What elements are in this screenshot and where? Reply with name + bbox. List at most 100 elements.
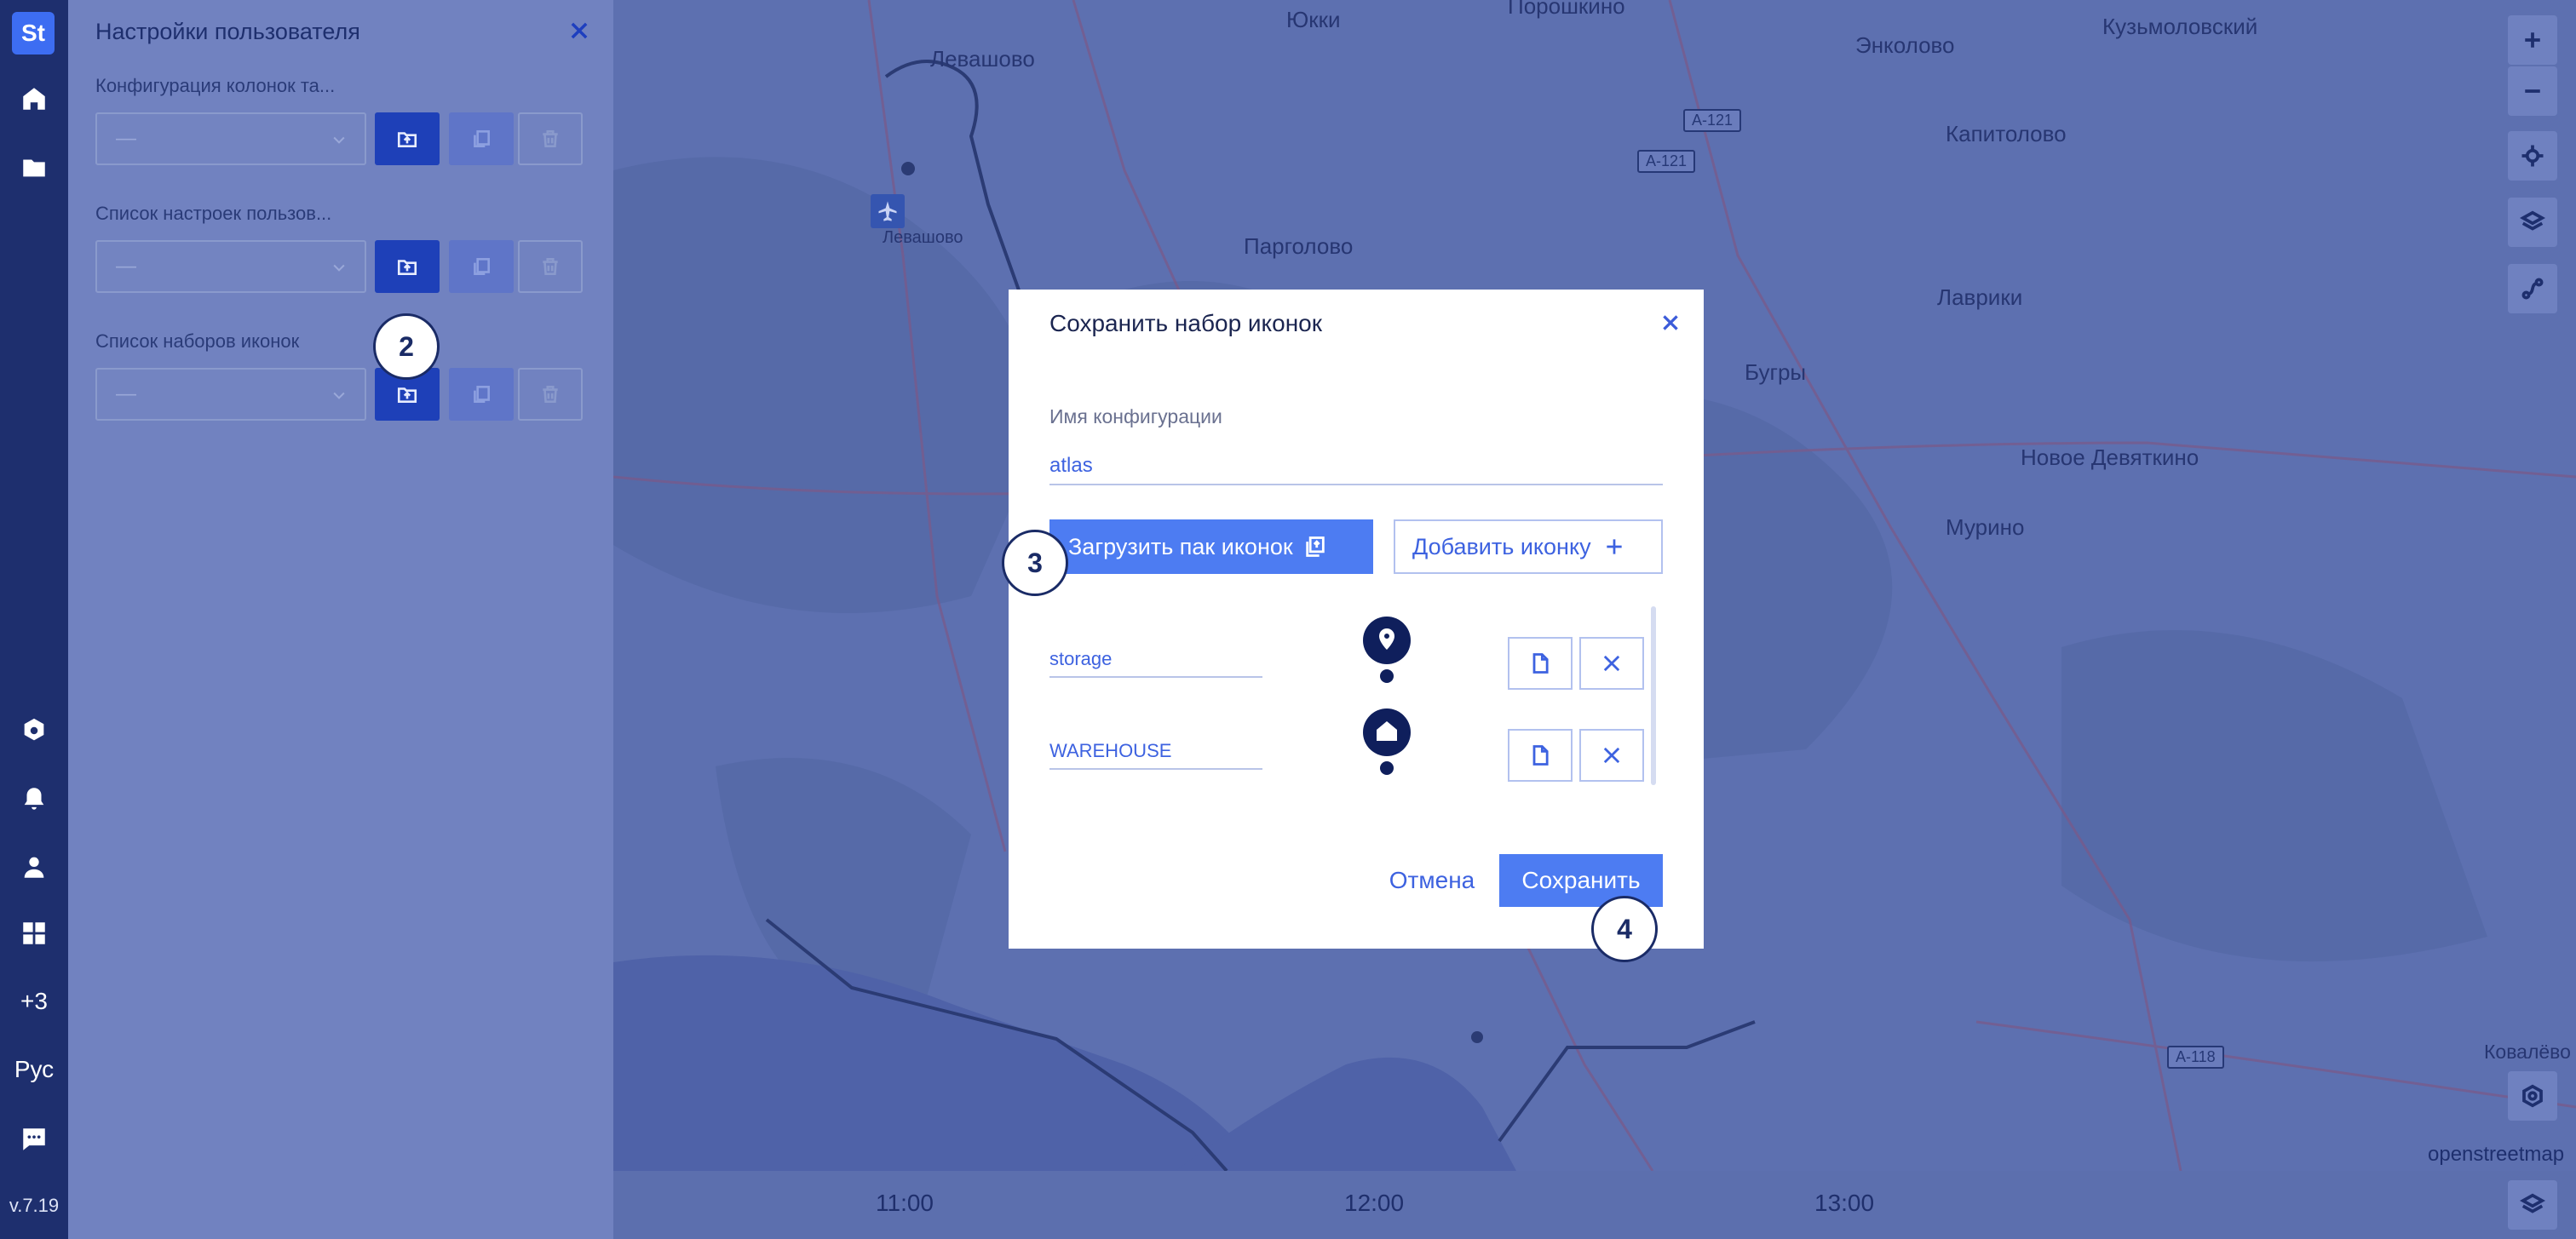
section-label-icon-sets: Список наборов иконок (95, 330, 300, 352)
remove-icon-button[interactable] (1579, 637, 1644, 690)
plus-icon (1606, 539, 1622, 554)
add-icon-label: Добавить иконку (1412, 533, 1591, 559)
home-icon[interactable] (17, 82, 51, 116)
app-logo[interactable]: St (12, 12, 55, 54)
map-label: Бугры (1745, 359, 1807, 385)
folder-upload-icon (397, 387, 417, 403)
home-pin-icon (1363, 708, 1411, 775)
map-settings-button[interactable] (2508, 1071, 2557, 1121)
close-icon (1603, 747, 1620, 764)
icon-name-input[interactable] (1049, 734, 1262, 770)
chevron-down-icon (333, 264, 345, 272)
file-icon (1532, 653, 1549, 674)
minus-icon (2525, 89, 2540, 93)
map-pin-icon (1363, 617, 1411, 683)
icon-row (1049, 617, 1663, 702)
columns-config-select[interactable]: — (95, 112, 366, 165)
time-label: 12:00 (1344, 1190, 1405, 1216)
close-icon (1603, 655, 1620, 672)
file-icon (1532, 745, 1549, 766)
road-label: А-121 (1683, 109, 1742, 132)
time-label: 13:00 (1814, 1190, 1875, 1216)
plus-icon (2525, 32, 2540, 48)
copy-icon (474, 130, 490, 147)
left-rail: St +3 Рус v.7.19 (0, 0, 68, 1239)
route-icon (2521, 278, 2544, 300)
save-icon-set-dialog: Сохранить набор иконок Имя конфигурации … (1009, 290, 1704, 949)
copy-upload-icon (1305, 536, 1325, 557)
copy-icon-set-button[interactable] (449, 368, 514, 421)
map-label: Левашово (883, 228, 963, 247)
map-label: Ковалёво (2484, 1041, 2571, 1063)
settings-icon (2522, 1084, 2543, 1108)
folder-upload-icon (397, 260, 417, 275)
settings-icon[interactable] (17, 714, 51, 748)
airport-icon (871, 194, 905, 228)
map-label: Лаврики (1937, 284, 2023, 310)
map-label: Парголово (1244, 233, 1354, 259)
section-label-user-settings: Список настроек пользов... (95, 203, 332, 224)
copy-icon (474, 386, 490, 403)
icon-sets-select[interactable]: — (95, 368, 366, 421)
timeline-bar[interactable]: 11:00 12:00 13:00 (613, 1171, 2576, 1239)
chevron-down-icon (333, 136, 345, 144)
delete-icon-set-button[interactable] (518, 368, 583, 421)
upload-config-button[interactable] (375, 112, 440, 165)
map-label: Энколово (1855, 32, 1955, 58)
step-badge: 4 (1591, 896, 1658, 962)
map-label: Юкки (1286, 7, 1341, 32)
icon-name-input[interactable] (1049, 642, 1262, 678)
more-modules[interactable]: +3 (0, 988, 68, 1015)
copy-config-button[interactable] (449, 112, 514, 165)
upload-icon-pack-button[interactable]: Загрузить пак иконок (1049, 519, 1373, 574)
zoom-in-button[interactable] (2508, 15, 2557, 65)
trash-icon (543, 258, 558, 275)
folder-upload-icon (397, 132, 417, 147)
select-value: — (116, 127, 136, 150)
user-settings-select[interactable]: — (95, 240, 366, 293)
cancel-button[interactable]: Отмена (1360, 854, 1504, 907)
config-name-input[interactable] (1049, 448, 1663, 485)
step-badge: 2 (373, 313, 440, 380)
remove-icon-button[interactable] (1579, 729, 1644, 782)
folder-icon[interactable] (17, 150, 51, 184)
icon-file-button[interactable] (1508, 637, 1573, 690)
layers-button[interactable] (2508, 198, 2557, 247)
copy-icon (474, 258, 490, 275)
select-value: — (116, 255, 136, 278)
dialog-title: Сохранить набор иконок (1049, 310, 1322, 336)
add-icon-button[interactable]: Добавить иконку (1394, 519, 1663, 574)
panel-title: Настройки пользователя (95, 19, 360, 44)
user-settings-panel: Настройки пользователя Конфигурация коло… (68, 0, 613, 1239)
zoom-out-button[interactable] (2508, 66, 2557, 116)
apps-grid-icon[interactable] (17, 916, 51, 950)
icon-row (1049, 708, 1663, 794)
delete-settings-button[interactable] (518, 240, 583, 293)
layers-icon (2520, 210, 2545, 231)
locate-button[interactable] (2508, 131, 2557, 181)
map-label: Левашово (930, 46, 1035, 72)
user-icon[interactable] (17, 850, 51, 884)
chat-icon[interactable] (17, 1122, 51, 1156)
close-icon[interactable] (1659, 312, 1682, 334)
icon-list-scrollbar[interactable] (1651, 606, 1656, 785)
app-version: v.7.19 (9, 1195, 60, 1216)
delete-config-button[interactable] (518, 112, 583, 165)
language-switch[interactable]: Рус (0, 1056, 68, 1083)
map-attribution[interactable]: openstreetmap (2428, 1143, 2564, 1167)
icon-file-button[interactable] (1508, 729, 1573, 782)
upload-settings-button[interactable] (375, 240, 440, 293)
trash-icon (543, 386, 558, 403)
section-label-columns: Конфигурация колонок та... (95, 75, 336, 96)
map-label: Кузьмоловский (2102, 14, 2258, 39)
select-value: — (116, 382, 136, 405)
crosshair-icon (2521, 145, 2544, 167)
trash-icon (543, 130, 558, 147)
road-label: А-121 (1637, 150, 1696, 173)
time-label: 11:00 (876, 1190, 934, 1216)
route-button[interactable] (2508, 264, 2557, 313)
close-icon[interactable] (567, 19, 591, 43)
copy-settings-button[interactable] (449, 240, 514, 293)
timeline-layers-button[interactable] (2508, 1180, 2557, 1230)
bell-icon[interactable] (17, 782, 51, 816)
